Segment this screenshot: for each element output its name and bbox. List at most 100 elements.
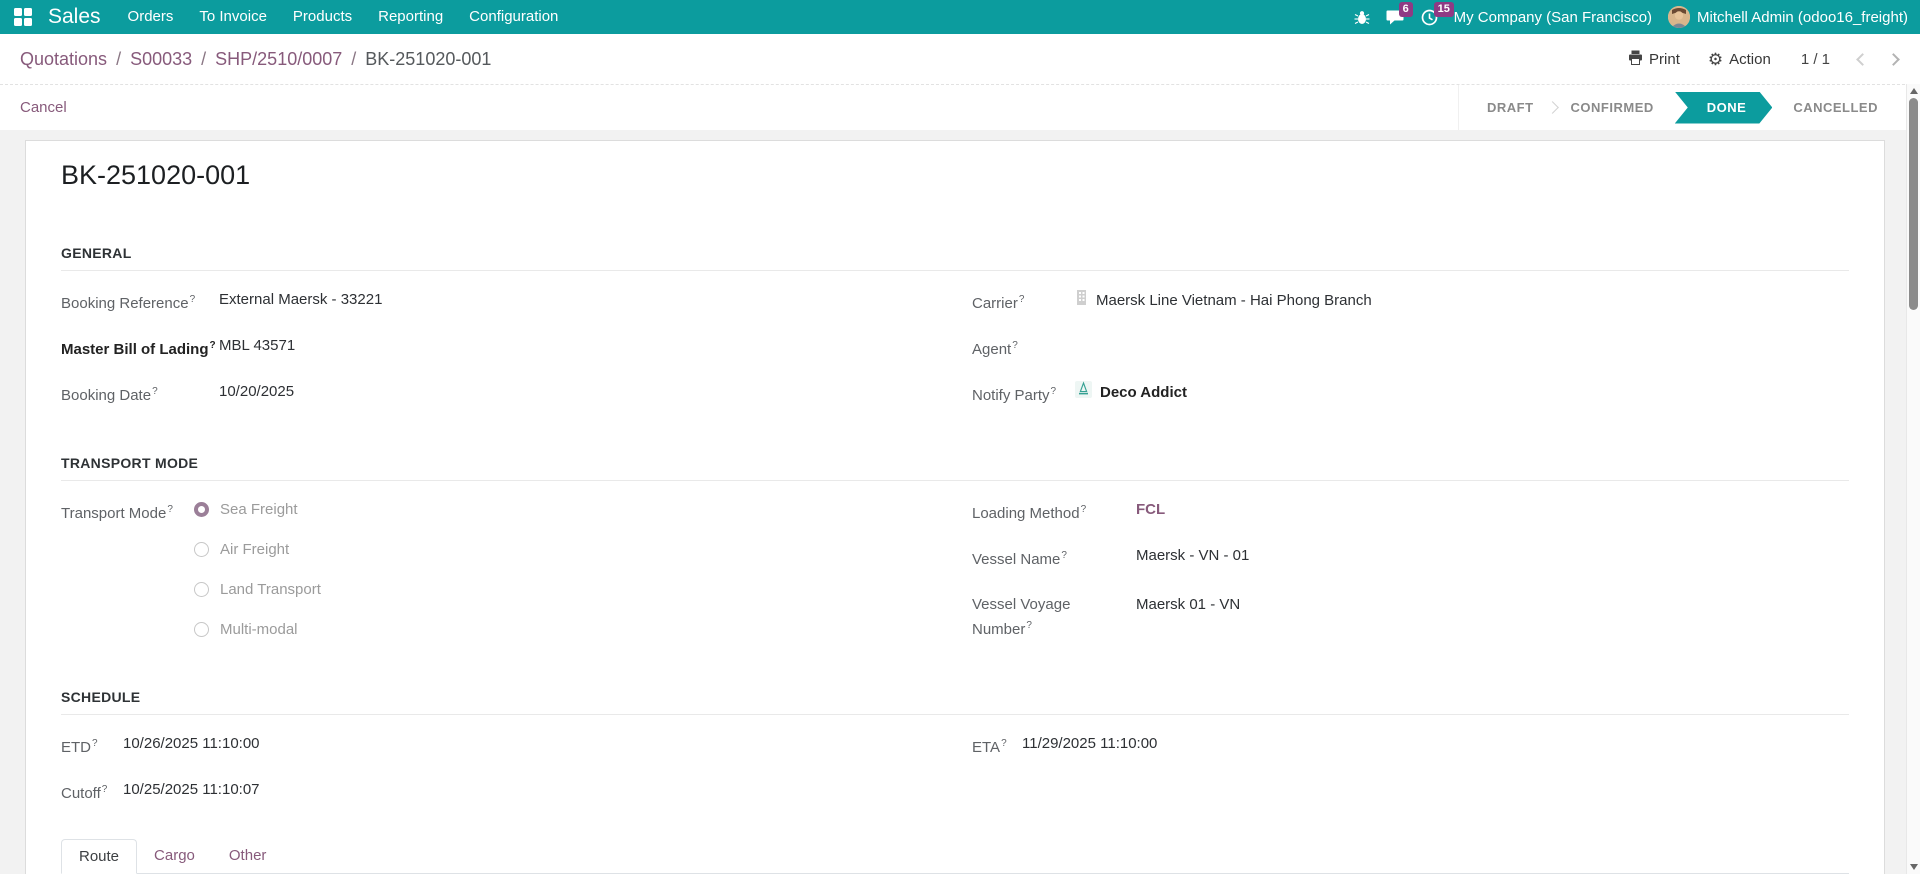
nav-item-configuration[interactable]: Configuration bbox=[456, 0, 571, 34]
breadcrumb-quotations[interactable]: Quotations bbox=[20, 49, 107, 70]
field-value: Deco Addict bbox=[1100, 382, 1187, 403]
nav-item-orders[interactable]: Orders bbox=[115, 0, 187, 34]
field-label: Transport Mode bbox=[61, 505, 166, 522]
field-label: Booking Reference bbox=[61, 295, 189, 312]
breadcrumb-sale-order[interactable]: S00033 bbox=[130, 49, 192, 70]
radio-option-land-transport[interactable]: Land Transport bbox=[194, 579, 321, 600]
field-value[interactable]: Maersk 01 - VN bbox=[1136, 594, 1240, 615]
cancel-button[interactable]: Cancel bbox=[20, 99, 67, 116]
help-marker: ? bbox=[1001, 738, 1007, 749]
field-agent: Agent? bbox=[972, 335, 1849, 360]
top-navbar: Sales Orders To Invoice Products Reporti… bbox=[0, 0, 1920, 34]
breadcrumb-separator: / bbox=[116, 49, 121, 70]
transport-mode-radio-group: Sea Freight Air Freight Land Transport bbox=[194, 499, 321, 659]
radio-option-sea-freight[interactable]: Sea Freight bbox=[194, 499, 321, 520]
field-label: Carrier bbox=[972, 295, 1018, 312]
user-menu[interactable]: Mitchell Admin (odoo16_freight) bbox=[1668, 6, 1908, 28]
field-value[interactable]: 11/29/2025 11:10:00 bbox=[1022, 733, 1157, 754]
radio-icon bbox=[194, 622, 209, 637]
field-transport-mode: Transport Mode? Sea Freight Air Freight bbox=[61, 499, 972, 659]
field-label: ETD bbox=[61, 739, 91, 756]
activities-clock-icon[interactable]: 15 bbox=[1421, 9, 1438, 26]
field-eta: ETA? 11/29/2025 11:10:00 bbox=[972, 733, 1849, 758]
field-label: Vessel Name bbox=[972, 551, 1060, 568]
field-value[interactable]: 10/25/2025 11:10:07 bbox=[123, 779, 260, 800]
field-label: Loading Method bbox=[972, 505, 1080, 522]
scrollbar-up-icon[interactable] bbox=[1910, 88, 1918, 94]
field-value-link[interactable]: FCL bbox=[1136, 499, 1165, 520]
scrollbar-down-icon[interactable] bbox=[1910, 864, 1918, 870]
section-transport-heading: TRANSPORT MODE bbox=[61, 455, 1849, 481]
stage-cancelled[interactable]: CANCELLED bbox=[1775, 85, 1896, 130]
field-label: Cutoff bbox=[61, 785, 101, 802]
field-label: Agent bbox=[972, 341, 1011, 358]
field-cutoff: Cutoff? 10/25/2025 11:10:07 bbox=[61, 779, 972, 804]
debug-bug-icon[interactable] bbox=[1354, 9, 1370, 25]
help-marker: ? bbox=[167, 504, 173, 515]
tab-cargo[interactable]: Cargo bbox=[137, 839, 212, 873]
radio-option-multi-modal[interactable]: Multi-modal bbox=[194, 619, 321, 640]
apps-menu-icon[interactable] bbox=[0, 0, 46, 34]
content-area: BK-251020-001 GENERAL Booking Reference?… bbox=[0, 130, 1906, 874]
field-master-bill-of-lading: Master Bill of Lading? MBL 43571 bbox=[61, 335, 972, 360]
field-value[interactable]: 10/20/2025 bbox=[219, 381, 294, 402]
stage-done[interactable]: DONE bbox=[1675, 92, 1773, 124]
pager-counter: 1 / 1 bbox=[1801, 51, 1830, 68]
nav-item-products[interactable]: Products bbox=[280, 0, 365, 34]
field-value[interactable]: MBL 43571 bbox=[219, 335, 295, 356]
radio-selected-icon bbox=[194, 502, 209, 517]
help-marker: ? bbox=[92, 738, 98, 749]
tab-route[interactable]: Route bbox=[61, 839, 137, 874]
print-button[interactable]: Print bbox=[1628, 50, 1680, 69]
field-booking-date: Booking Date? 10/20/2025 bbox=[61, 381, 972, 406]
help-marker: ? bbox=[210, 340, 216, 351]
breadcrumb: Quotations / S00033 / SHP/2510/0007 / BK… bbox=[20, 49, 491, 70]
company-switcher[interactable]: My Company (San Francisco) bbox=[1454, 9, 1652, 26]
app-brand[interactable]: Sales bbox=[48, 5, 101, 29]
radio-option-air-freight[interactable]: Air Freight bbox=[194, 539, 321, 560]
breadcrumb-separator: / bbox=[201, 49, 206, 70]
field-value[interactable]: Maersk - VN - 01 bbox=[1136, 545, 1249, 566]
messages-icon[interactable]: 6 bbox=[1386, 9, 1405, 26]
help-marker: ? bbox=[1061, 550, 1067, 561]
scrollbar-thumb[interactable] bbox=[1909, 98, 1918, 310]
control-panel: Quotations / S00033 / SHP/2510/0007 / BK… bbox=[0, 34, 1920, 84]
notebook-tabs: Route Cargo Other bbox=[61, 839, 1849, 874]
pager-previous-icon[interactable] bbox=[1856, 53, 1869, 66]
breadcrumb-shipment[interactable]: SHP/2510/0007 bbox=[215, 49, 342, 70]
field-label: Booking Date bbox=[61, 387, 151, 404]
nav-item-to-invoice[interactable]: To Invoice bbox=[186, 0, 280, 34]
user-avatar bbox=[1668, 6, 1690, 28]
section-schedule-heading: SCHEDULE bbox=[61, 689, 1849, 715]
section-general: GENERAL Booking Reference? External Maer… bbox=[61, 245, 1849, 427]
tab-other[interactable]: Other bbox=[212, 839, 284, 873]
field-vessel-name: Vessel Name? Maersk - VN - 01 bbox=[972, 545, 1849, 570]
action-label: Action bbox=[1729, 51, 1771, 68]
field-carrier: Carrier? bbox=[972, 289, 1849, 314]
breadcrumb-separator: / bbox=[351, 49, 356, 70]
stage-confirmed[interactable]: CONFIRMED bbox=[1553, 85, 1672, 130]
breadcrumb-current: BK-251020-001 bbox=[365, 49, 491, 70]
help-marker: ? bbox=[1026, 620, 1032, 631]
pager-next-icon[interactable] bbox=[1887, 53, 1900, 66]
action-button[interactable]: ⚙ Action bbox=[1708, 51, 1771, 68]
section-schedule: SCHEDULE ETD? 10/26/2025 11:10:00 Cutoff… bbox=[61, 689, 1849, 825]
stage-draft[interactable]: DRAFT bbox=[1469, 85, 1552, 130]
nav-item-reporting[interactable]: Reporting bbox=[365, 0, 456, 34]
printer-icon bbox=[1628, 50, 1643, 69]
record-title: BK-251020-001 bbox=[61, 157, 1849, 193]
activities-badge: 15 bbox=[1434, 2, 1454, 17]
section-transport-mode: TRANSPORT MODE Transport Mode? Sea Freig… bbox=[61, 455, 1849, 661]
print-label: Print bbox=[1649, 51, 1680, 68]
section-general-heading: GENERAL bbox=[61, 245, 1849, 271]
field-value[interactable]: 10/26/2025 11:10:00 bbox=[123, 733, 260, 754]
help-marker: ? bbox=[190, 294, 196, 305]
vertical-scrollbar[interactable] bbox=[1906, 84, 1920, 874]
field-label: Notify Party bbox=[972, 387, 1050, 404]
field-label: Vessel Voyage Number bbox=[972, 596, 1070, 638]
field-value: Maersk Line Vietnam - Hai Phong Branch bbox=[1096, 290, 1372, 311]
field-label: Master Bill of Lading bbox=[61, 341, 209, 358]
help-marker: ? bbox=[1019, 294, 1025, 305]
field-notify-party: Notify Party? Deco Addict bbox=[972, 381, 1849, 406]
field-value[interactable]: External Maersk - 33221 bbox=[219, 289, 382, 310]
